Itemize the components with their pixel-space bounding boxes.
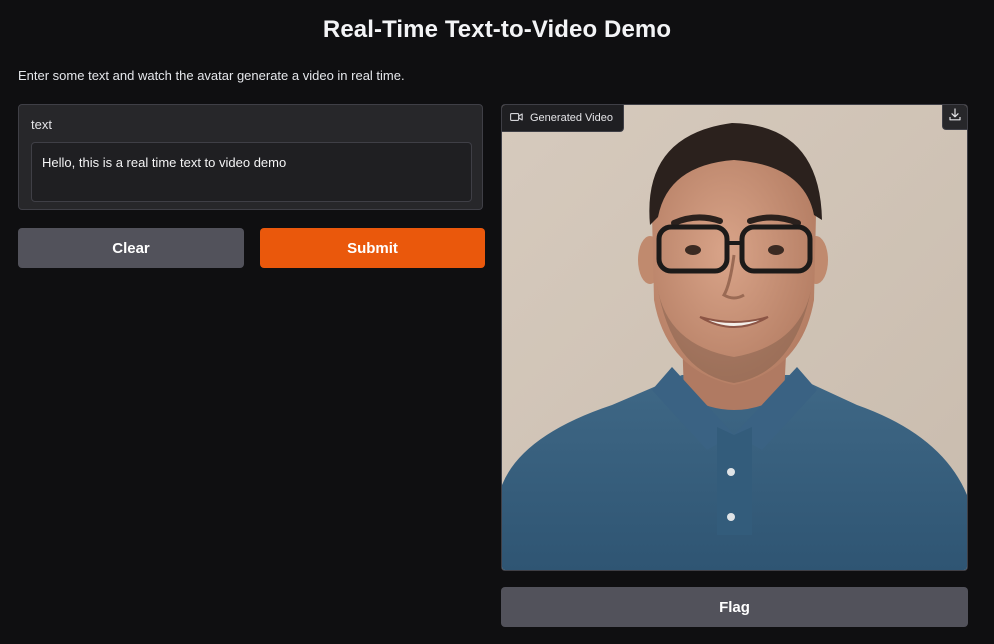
- generated-video-panel[interactable]: Generated Video: [501, 104, 968, 571]
- text-input-label: text: [31, 117, 52, 132]
- generated-video-label: Generated Video: [530, 112, 613, 124]
- text-input-block: text Hello, this is a real time text to …: [18, 104, 483, 210]
- flag-button[interactable]: Flag: [501, 587, 968, 627]
- download-icon: [949, 108, 961, 126]
- text-input[interactable]: Hello, this is a real time text to video…: [31, 142, 472, 202]
- page-title: Real-Time Text-to-Video Demo: [322, 16, 672, 43]
- video-camera-icon: [510, 112, 523, 125]
- download-button[interactable]: [942, 105, 967, 130]
- generated-video-label-tag: Generated Video: [502, 105, 624, 132]
- submit-button[interactable]: Submit: [260, 228, 485, 268]
- page-description: Enter some text and watch the avatar gen…: [18, 68, 405, 83]
- avatar-video-frame: [502, 105, 967, 570]
- clear-button[interactable]: Clear: [18, 228, 244, 268]
